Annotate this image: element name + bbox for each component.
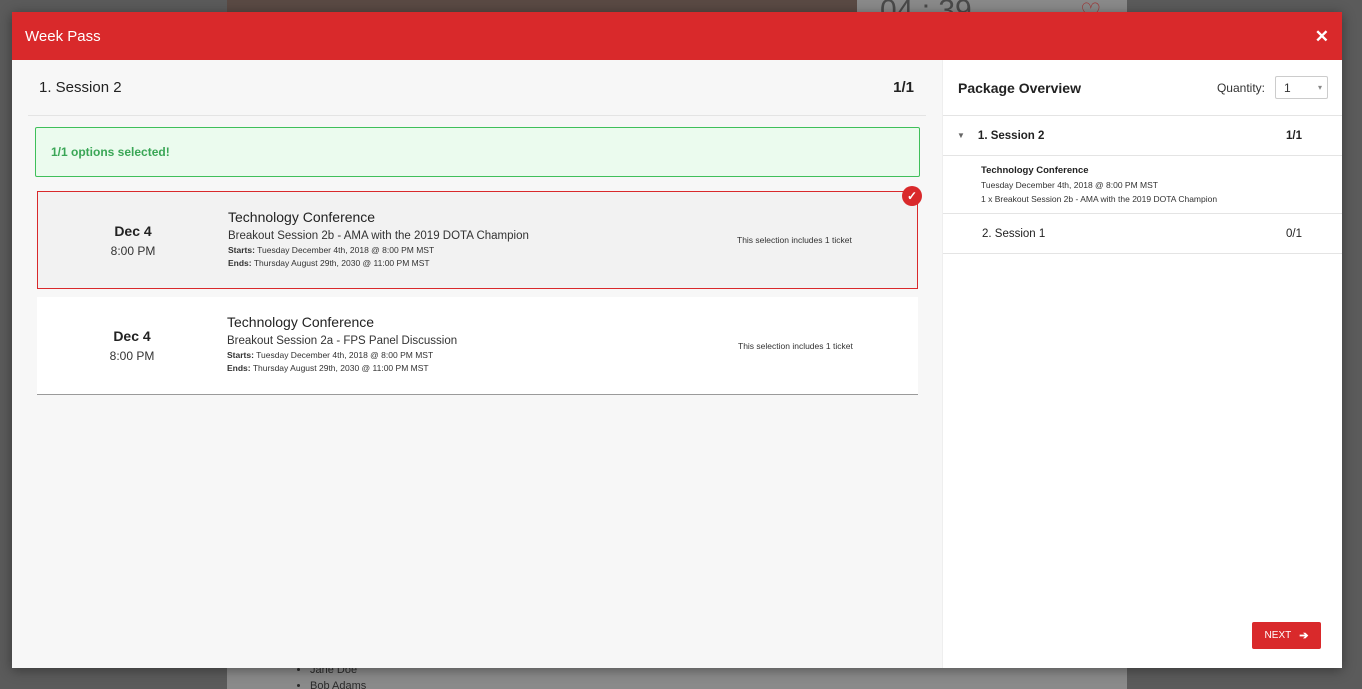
session-options-pane: 1. Session 2 1/1 1/1 options selected! ✓… xyxy=(12,60,942,668)
overview-session-row[interactable]: ▼ 1. Session 2 1/1 xyxy=(943,116,1342,156)
package-overview-pane: Package Overview Quantity: 1 ▾ ▼ 1. Sess… xyxy=(942,60,1342,668)
option-date: Dec 4 8:00 PM xyxy=(37,297,227,394)
option-info: Technology Conference Breakout Session 2… xyxy=(227,297,738,394)
starts-label: Starts: xyxy=(228,245,255,255)
detail-date: Tuesday December 4th, 2018 @ 8:00 PM MST xyxy=(981,180,1158,190)
quantity-value: 1 xyxy=(1284,80,1291,95)
detail-item: 1 x Breakout Session 2b - AMA with the 2… xyxy=(981,194,1218,204)
chevron-down-icon: ▾ xyxy=(1317,83,1322,92)
modal-header: Week Pass ✕ xyxy=(12,12,1342,60)
arrow-right-icon: ➔ xyxy=(1299,630,1309,642)
close-icon[interactable]: ✕ xyxy=(1315,28,1329,45)
ends-label: Ends: xyxy=(228,258,252,268)
session-header: 1. Session 2 1/1 xyxy=(28,60,926,116)
starts-value: Tuesday December 4th, 2018 @ 8:00 PM MST xyxy=(256,350,434,360)
detail-event: Technology Conference xyxy=(981,165,1089,176)
starts-value: Tuesday December 4th, 2018 @ 8:00 PM MST xyxy=(257,245,435,255)
overview-session-count: 1/1 xyxy=(1286,129,1302,142)
check-circle-icon: ✓ xyxy=(902,186,922,206)
option-description: Breakout Session 2a - FPS Panel Discussi… xyxy=(227,335,458,347)
option-event: Technology Conference xyxy=(228,209,376,225)
option-time: 8:00 PM xyxy=(109,349,155,363)
quantity-control: Quantity: 1 ▾ xyxy=(1217,76,1328,99)
overview-session-label: 1. Session 2 xyxy=(977,129,1045,142)
quantity-label: Quantity: xyxy=(1216,80,1265,95)
option-ends: Ends: Thursday August 29th, 2030 @ 11:00… xyxy=(227,363,738,373)
caret-down-icon: ▼ xyxy=(957,131,965,140)
modal-title: Week Pass xyxy=(25,27,101,45)
overview-session-label: 2. Session 1 xyxy=(982,227,1046,240)
week-pass-modal: Week Pass ✕ 1. Session 2 1/1 1/1 options… xyxy=(12,12,1342,668)
modal-body: 1. Session 2 1/1 1/1 options selected! ✓… xyxy=(12,60,1342,668)
option-card-selected[interactable]: ✓ Dec 4 8:00 PM Technology Conference Br… xyxy=(37,186,922,289)
option-time: 8:00 PM xyxy=(110,243,156,258)
option-list: ✓ Dec 4 8:00 PM Technology Conference Br… xyxy=(37,186,922,395)
option-event: Technology Conference xyxy=(227,314,375,330)
starts-label: Starts: xyxy=(227,350,254,360)
option-day: Dec 4 xyxy=(113,328,151,344)
option-info: Technology Conference Breakout Session 2… xyxy=(228,192,737,288)
overview-title: Package Overview xyxy=(958,79,1081,96)
option-ticket-note: This selection includes 1 ticket xyxy=(737,235,852,245)
session-title: 1. Session 2 xyxy=(39,79,122,96)
option-ticket-note: This selection includes 1 ticket xyxy=(738,340,853,351)
option-ends: Ends: Thursday August 29th, 2030 @ 11:00… xyxy=(228,258,737,268)
overview-session-row[interactable]: 2. Session 1 0/1 xyxy=(943,214,1342,254)
overview-session-label-group: ▼ 1. Session 2 xyxy=(957,130,1044,142)
option-date: Dec 4 8:00 PM xyxy=(38,192,228,288)
selection-alert: 1/1 options selected! xyxy=(35,127,920,177)
quantity-select[interactable]: 1 ▾ xyxy=(1275,76,1328,99)
session-count: 1/1 xyxy=(893,79,914,96)
overview-header: Package Overview Quantity: 1 ▾ xyxy=(943,60,1342,116)
ends-value: Thursday August 29th, 2030 @ 11:00 PM MS… xyxy=(253,258,430,268)
option-starts: Starts: Tuesday December 4th, 2018 @ 8:0… xyxy=(228,245,737,255)
option-description: Breakout Session 2b - AMA with the 2019 … xyxy=(228,230,529,242)
background-photo xyxy=(227,0,857,12)
ends-label: Ends: xyxy=(227,363,251,373)
overview-session-detail: Technology Conference Tuesday December 4… xyxy=(943,156,1342,214)
list-item: Bob Adams xyxy=(310,680,366,689)
ends-value: Thursday August 29th, 2030 @ 11:00 PM MS… xyxy=(252,363,429,373)
next-button-label: NEXT xyxy=(1264,630,1292,641)
overview-session-count: 0/1 xyxy=(1286,227,1302,240)
next-button[interactable]: NEXT ➔ xyxy=(1252,622,1321,649)
option-card[interactable]: Dec 4 8:00 PM Technology Conference Brea… xyxy=(37,297,918,395)
option-starts: Starts: Tuesday December 4th, 2018 @ 8:0… xyxy=(227,350,738,360)
option-day: Dec 4 xyxy=(114,222,152,239)
